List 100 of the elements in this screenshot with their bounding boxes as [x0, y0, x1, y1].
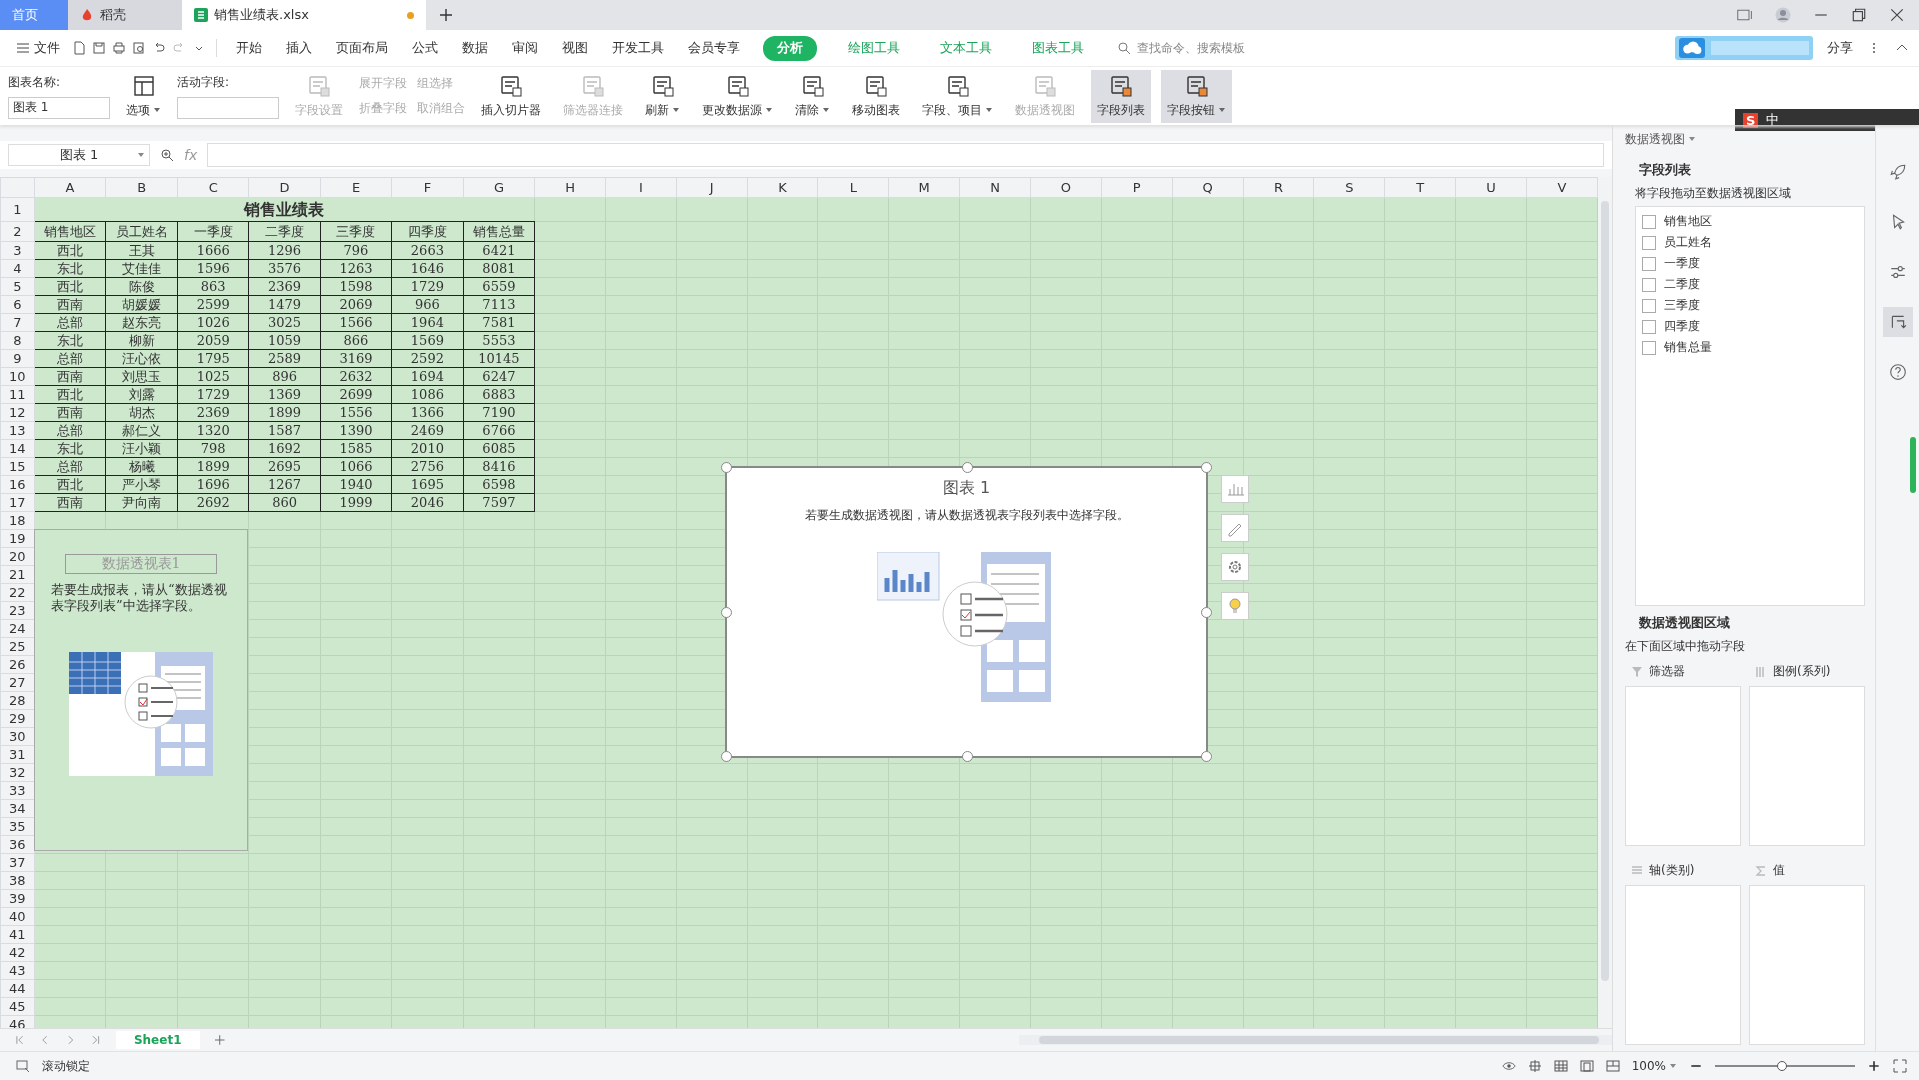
- resize-handle[interactable]: [1201, 751, 1212, 762]
- resize-handle[interactable]: [1201, 462, 1212, 473]
- column-header[interactable]: P: [1101, 177, 1173, 198]
- zoom-icon[interactable]: [160, 148, 174, 162]
- field-checkbox[interactable]: 四季度: [1642, 318, 1858, 335]
- add-tab-icon[interactable]: [440, 9, 452, 21]
- column-header[interactable]: R: [1243, 177, 1314, 198]
- pivot-table-placeholder[interactable]: 数据透视表1 若要生成报表，请从“数据透视表字段列表”中选择字段。: [34, 529, 248, 851]
- close-icon[interactable]: [1889, 7, 1905, 23]
- field-checkbox[interactable]: 销售地区: [1642, 213, 1858, 230]
- zoom-in-icon[interactable]: [1867, 1059, 1881, 1073]
- column-header[interactable]: B: [105, 177, 178, 198]
- new-file-icon[interactable]: [72, 41, 86, 55]
- column-header[interactable]: L: [817, 177, 889, 198]
- column-header[interactable]: D: [248, 177, 321, 198]
- section-heading[interactable]: 字段列表: [1625, 161, 1865, 179]
- field-checkbox[interactable]: 一季度: [1642, 255, 1858, 272]
- column-header[interactable]: O: [1030, 177, 1102, 198]
- column-header[interactable]: H: [534, 177, 606, 198]
- column-header[interactable]: A: [34, 177, 106, 198]
- field-checkbox[interactable]: 员工姓名: [1642, 234, 1858, 251]
- add-sheet-icon[interactable]: [213, 1034, 225, 1046]
- formula-field[interactable]: [207, 143, 1604, 167]
- last-sheet-icon[interactable]: [90, 1034, 102, 1046]
- ribbon-button[interactable]: 插入切片器: [475, 69, 547, 123]
- column-header[interactable]: I: [605, 177, 677, 198]
- ribbon-button[interactable]: 字段列表: [1091, 69, 1151, 123]
- ribbon-tab[interactable]: 插入: [277, 35, 321, 61]
- save-icon[interactable]: [92, 41, 106, 55]
- cloud-upload-popup[interactable]: [1675, 36, 1813, 60]
- row-header[interactable]: 2: [0, 221, 35, 242]
- options-button[interactable]: 选项: [120, 69, 167, 123]
- document-tab[interactable]: 销售业绩表.xlsx: [182, 0, 426, 30]
- avatar-icon[interactable]: [1775, 7, 1791, 23]
- macro-icon[interactable]: [16, 1059, 30, 1073]
- name-box[interactable]: 图表 1: [8, 144, 150, 166]
- active-field-input[interactable]: [177, 96, 279, 119]
- chart-name-field[interactable]: 图表 1: [8, 96, 110, 119]
- ribbon-tab[interactable]: 公式: [403, 35, 447, 61]
- field-checkbox[interactable]: 二季度: [1642, 276, 1858, 293]
- column-header[interactable]: N: [959, 177, 1031, 198]
- row-header[interactable]: 1: [0, 197, 35, 222]
- page-count-icon[interactable]: [1737, 7, 1753, 23]
- column-header[interactable]: E: [320, 177, 392, 198]
- ribbon-button[interactable]: 刷新: [639, 69, 686, 123]
- column-header[interactable]: F: [391, 177, 464, 198]
- column-header[interactable]: S: [1313, 177, 1385, 198]
- print-icon[interactable]: [112, 41, 126, 55]
- ribbon-button[interactable]: 清除: [789, 69, 836, 123]
- ribbon-tab[interactable]: 数据: [453, 35, 497, 61]
- ribbon-button[interactable]: 字段按钮: [1161, 69, 1232, 123]
- slider-thumb[interactable]: [1777, 1061, 1788, 1071]
- pivot-fields-icon[interactable]: [1883, 307, 1913, 337]
- resize-handle[interactable]: [961, 751, 973, 762]
- resize-handle[interactable]: [1201, 607, 1212, 618]
- resize-handle[interactable]: [721, 751, 732, 762]
- resize-handle[interactable]: [961, 462, 973, 473]
- ribbon-tab[interactable]: 页面布局: [327, 35, 397, 61]
- input-mode-label[interactable]: 中: [1766, 111, 1780, 129]
- column-header[interactable]: C: [177, 177, 249, 198]
- column-header[interactable]: M: [888, 177, 960, 198]
- crosshair-icon[interactable]: [1527, 1059, 1542, 1073]
- share-button[interactable]: 分享: [1827, 39, 1853, 57]
- resize-handle[interactable]: [721, 462, 732, 473]
- zoom-level[interactable]: 100%: [1631, 1059, 1677, 1073]
- page-break-icon[interactable]: [1605, 1059, 1620, 1073]
- file-menu[interactable]: 文件: [10, 37, 66, 59]
- input-method-logo[interactable]: S: [1743, 112, 1759, 128]
- panel-title[interactable]: 数据透视图: [1625, 130, 1696, 148]
- field-checkbox[interactable]: 三季度: [1642, 297, 1858, 314]
- ribbon-button[interactable]: 更改数据源: [696, 69, 779, 123]
- page-layout-icon[interactable]: [1579, 1059, 1594, 1073]
- ribbon-button[interactable]: 字段、项目: [916, 69, 999, 123]
- resize-handle[interactable]: [721, 607, 732, 618]
- horizontal-scrollbar[interactable]: [1019, 1035, 1613, 1045]
- column-header[interactable]: Q: [1172, 177, 1244, 198]
- column-header[interactable]: V: [1526, 177, 1598, 198]
- print-preview-icon[interactable]: [132, 41, 146, 55]
- search-field[interactable]: 查找命令、搜索模板: [1117, 40, 1289, 56]
- settings-icon[interactable]: [1221, 553, 1249, 581]
- ribbon-tab[interactable]: 视图: [553, 35, 597, 61]
- brush-icon[interactable]: [1221, 514, 1249, 542]
- section-heading[interactable]: 数据透视图区域: [1625, 614, 1865, 632]
- column-header[interactable]: J: [676, 177, 748, 198]
- ribbon-tab[interactable]: 开始: [227, 35, 271, 61]
- document-tab[interactable]: 稻壳: [68, 0, 182, 30]
- restore-icon[interactable]: [1851, 7, 1867, 23]
- eye-icon[interactable]: [1501, 1059, 1516, 1073]
- normal-view-icon[interactable]: [1553, 1059, 1568, 1073]
- column-header[interactable]: T: [1384, 177, 1456, 198]
- column-header[interactable]: U: [1455, 177, 1527, 198]
- ribbon-tab[interactable]: 审阅: [503, 35, 547, 61]
- lightbulb-icon[interactable]: [1221, 592, 1249, 620]
- column-header[interactable]: K: [747, 177, 818, 198]
- ribbon-button[interactable]: 移动图表: [846, 69, 906, 123]
- first-sheet-icon[interactable]: [14, 1034, 26, 1046]
- ribbon-tab[interactable]: 会员专享: [679, 35, 749, 61]
- ribbon-tab[interactable]: 开发工具: [603, 35, 673, 61]
- fullscreen-icon[interactable]: [1893, 1059, 1907, 1073]
- column-header[interactable]: G: [463, 177, 535, 198]
